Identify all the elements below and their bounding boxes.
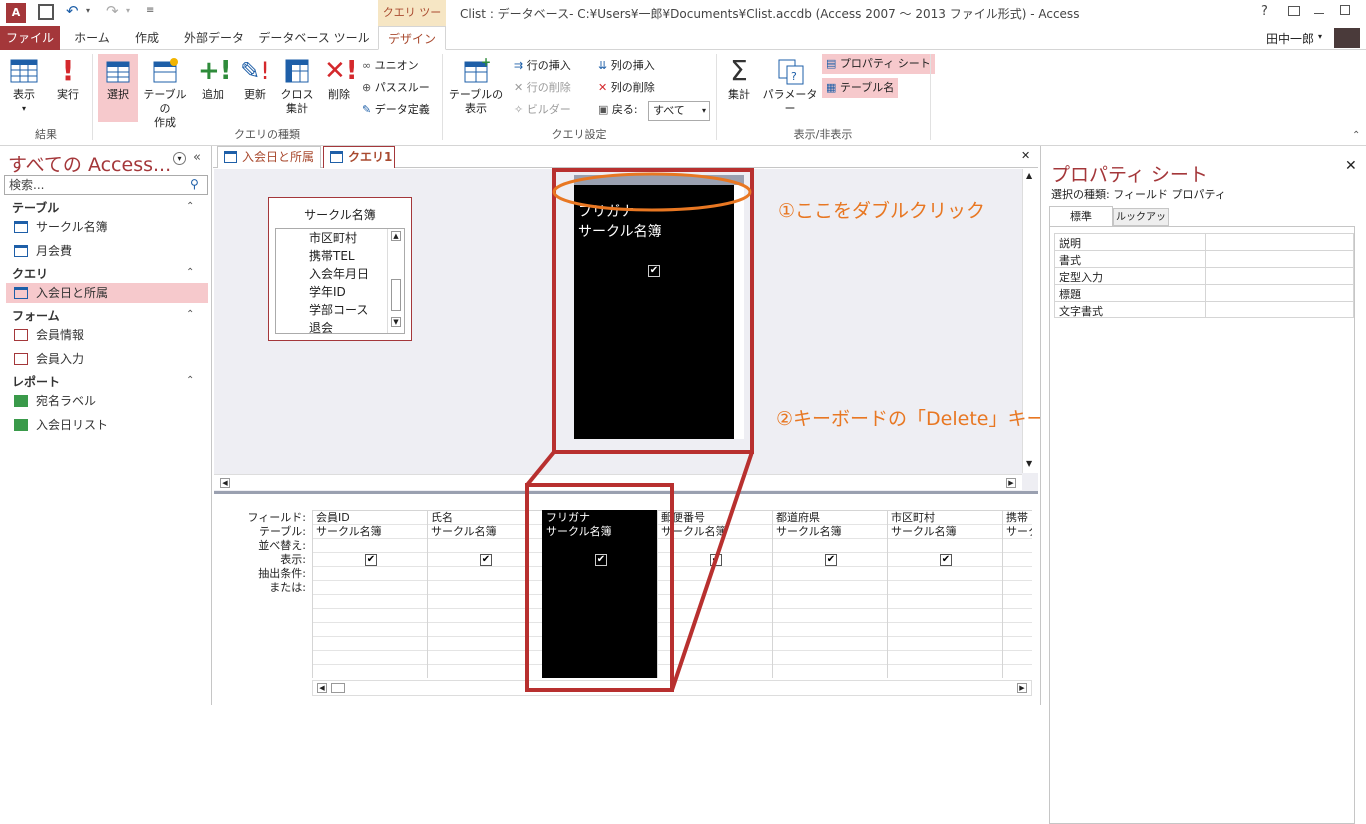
selection-type-label: 選択の種類: フィールド プロパティ bbox=[1051, 188, 1226, 201]
property-row[interactable]: 標題 bbox=[1054, 284, 1354, 302]
close-property-sheet-icon[interactable]: ✕ bbox=[1345, 158, 1357, 174]
property-name: 文字書式 bbox=[1059, 305, 1103, 318]
property-row[interactable]: 説明 bbox=[1054, 233, 1354, 251]
callout-upper-box bbox=[552, 168, 754, 454]
property-name: 書式 bbox=[1059, 254, 1081, 267]
property-name: 標題 bbox=[1059, 288, 1081, 301]
property-value-divider bbox=[1205, 268, 1206, 285]
property-grid: 説明 書式 定型入力 標題 文字書式 bbox=[1049, 226, 1355, 824]
property-row[interactable]: 文字書式 bbox=[1054, 301, 1354, 318]
property-value-divider bbox=[1205, 234, 1206, 251]
annotation-step1: ①ここをダブルクリック bbox=[778, 200, 986, 222]
property-row[interactable]: 定型入力 bbox=[1054, 267, 1354, 285]
property-sheet-pane: プロパティ シート ✕ 選択の種類: フィールド プロパティ 標準 ルックアップ… bbox=[1040, 146, 1366, 824]
callout-connector bbox=[670, 451, 754, 691]
property-value-divider bbox=[1205, 302, 1206, 318]
callout-lower-box bbox=[525, 483, 674, 692]
property-tab-lookup[interactable]: ルックアップ bbox=[1113, 208, 1169, 241]
property-name: 説明 bbox=[1059, 237, 1081, 250]
callout-connector bbox=[525, 450, 556, 487]
property-name: 定型入力 bbox=[1059, 271, 1103, 284]
callout-ellipse bbox=[552, 172, 752, 212]
property-tab-standard[interactable]: 標準 bbox=[1049, 206, 1113, 226]
property-value-divider bbox=[1205, 285, 1206, 302]
property-row[interactable]: 書式 bbox=[1054, 250, 1354, 268]
property-value-divider bbox=[1205, 251, 1206, 268]
property-sheet-title: プロパティ シート bbox=[1051, 164, 1208, 186]
